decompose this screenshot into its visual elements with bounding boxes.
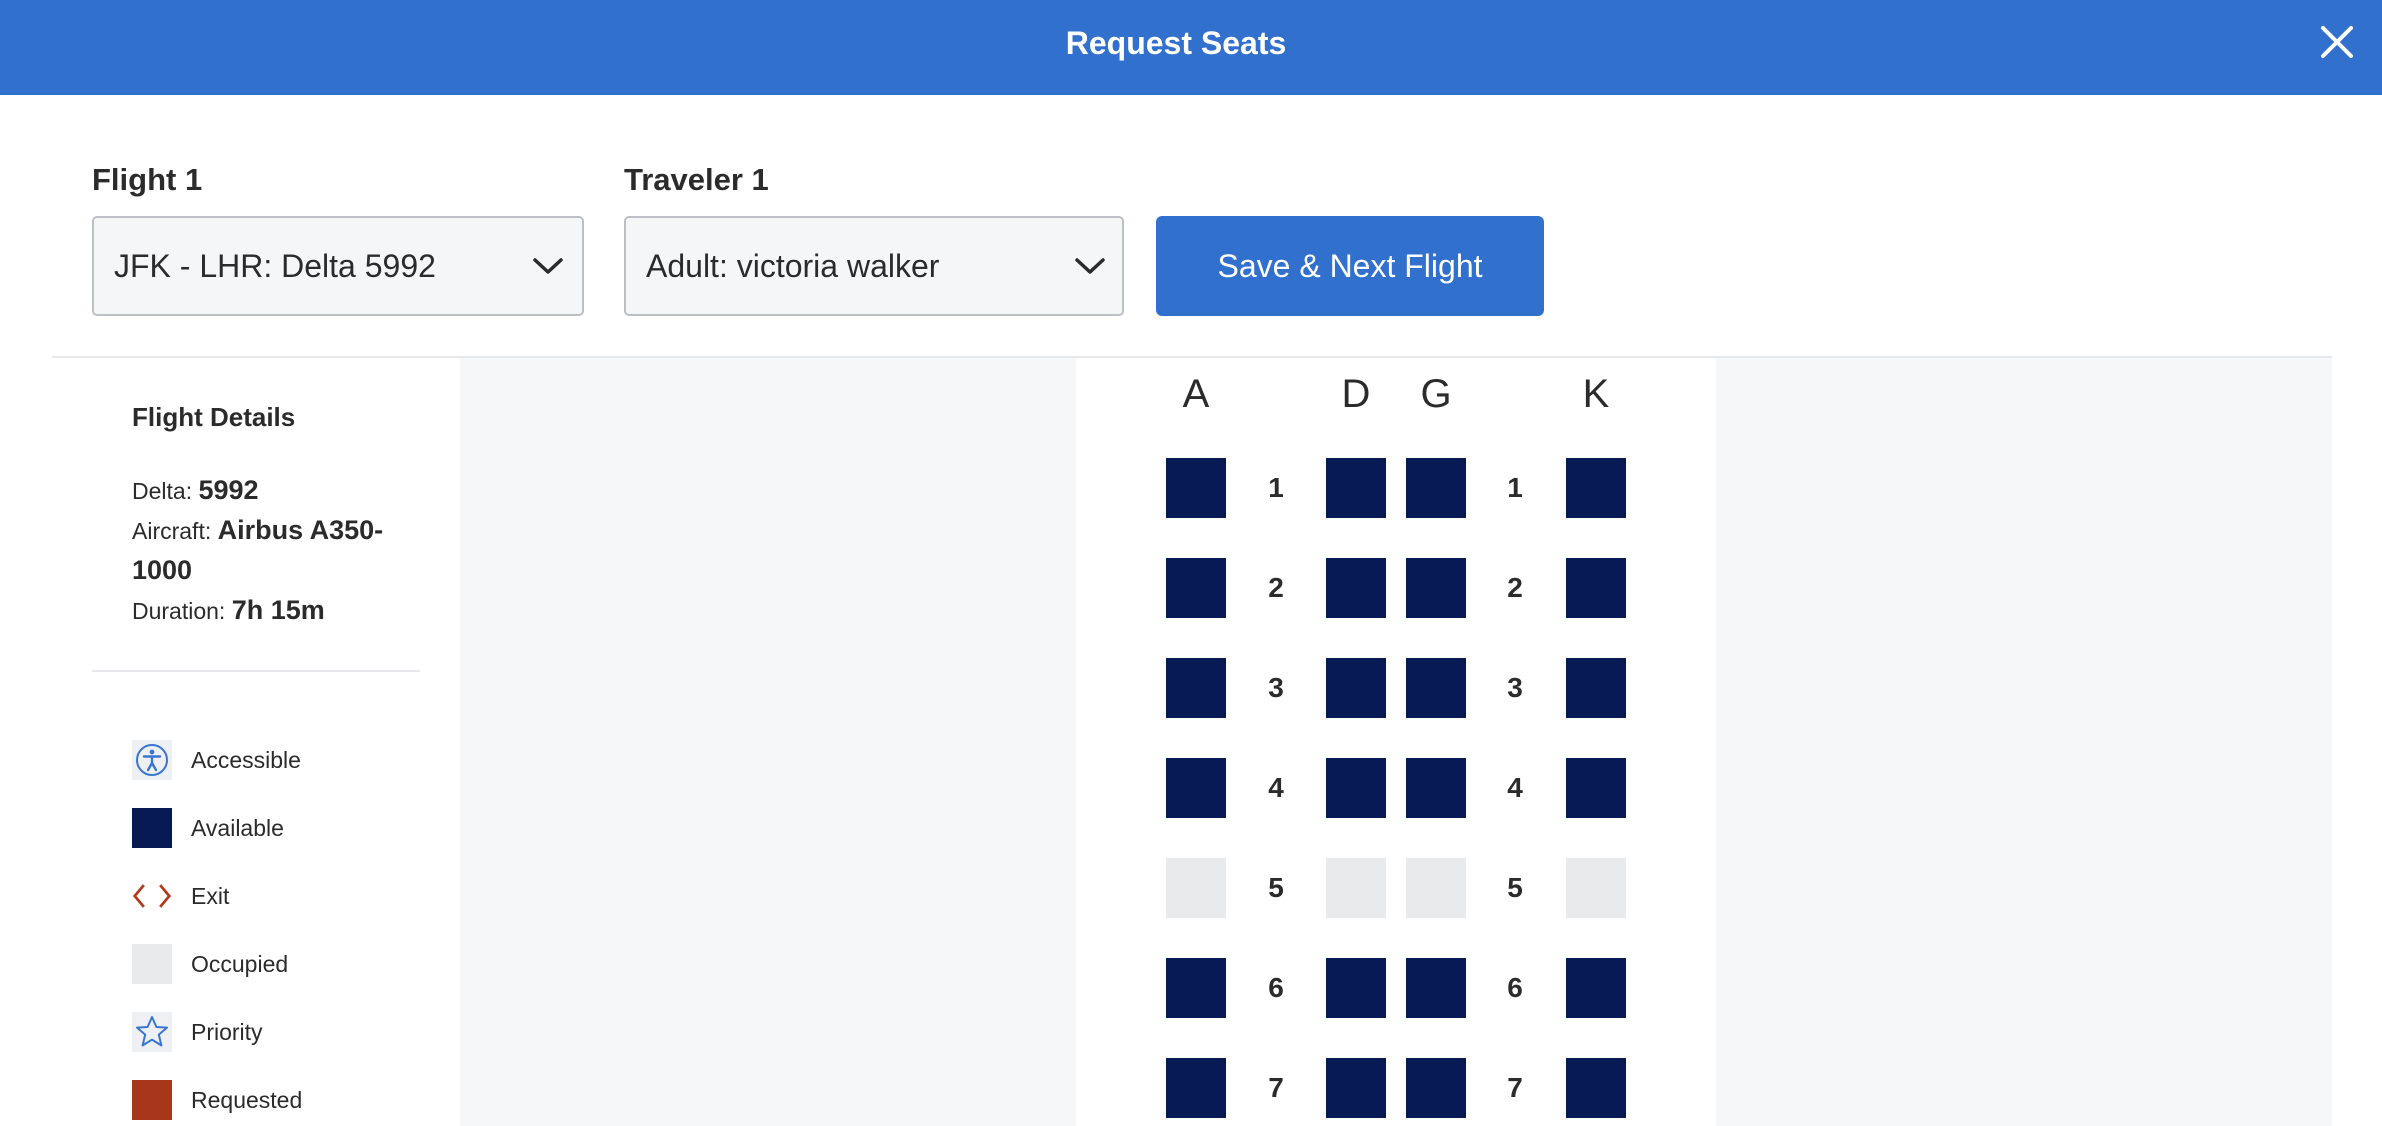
seat-5k xyxy=(1566,858,1626,918)
column-label-k: K xyxy=(1582,372,1610,416)
row-number: 2 xyxy=(1507,572,1523,603)
seat-5d xyxy=(1326,858,1386,918)
seat-2g[interactable] xyxy=(1406,558,1466,618)
column-label-d: D xyxy=(1341,372,1371,416)
seat-7g[interactable] xyxy=(1406,1058,1466,1118)
flight-select[interactable]: JFK - LHR: Delta 5992 xyxy=(92,216,584,316)
row-number: 1 xyxy=(1268,472,1284,503)
flight-select-label: Flight 1 xyxy=(92,162,203,197)
row-number: 1 xyxy=(1507,472,1523,503)
aircraft-name-line2: 1000 xyxy=(132,555,193,585)
legend-label-occupied: Occupied xyxy=(191,951,289,977)
save-next-flight-button[interactable]: Save & Next Flight xyxy=(1156,216,1544,316)
seat-6g[interactable] xyxy=(1406,958,1466,1018)
traveler-select[interactable]: Adult: victoria walker xyxy=(624,216,1124,316)
seat-7d[interactable] xyxy=(1326,1058,1386,1118)
seat-4d[interactable] xyxy=(1326,758,1386,818)
seat-1k[interactable] xyxy=(1566,458,1626,518)
chevron-down-icon xyxy=(533,258,563,274)
legend-label-requested: Requested xyxy=(191,1087,303,1113)
flight-details-title: Flight Details xyxy=(132,402,296,432)
seat-6k[interactable] xyxy=(1566,958,1626,1018)
close-icon[interactable] xyxy=(2319,22,2355,62)
requested-swatch xyxy=(132,1080,172,1120)
seat-3a[interactable] xyxy=(1166,658,1226,718)
seat-5a xyxy=(1166,858,1226,918)
exit-icon xyxy=(132,876,172,916)
seat-6d[interactable] xyxy=(1326,958,1386,1018)
traveler-select-label: Traveler 1 xyxy=(624,162,769,197)
seat-4k[interactable] xyxy=(1566,758,1626,818)
seat-3d[interactable] xyxy=(1326,658,1386,718)
seat-1d[interactable] xyxy=(1326,458,1386,518)
row-number: 5 xyxy=(1507,872,1523,903)
seat-2d[interactable] xyxy=(1326,558,1386,618)
duration-value: 7h 15m xyxy=(231,595,325,625)
modal-title: Request Seats xyxy=(1065,25,1287,61)
panel-divider xyxy=(92,670,420,672)
seat-2a[interactable] xyxy=(1166,558,1226,618)
flight-number: 5992 xyxy=(198,475,259,505)
seat-6a[interactable] xyxy=(1166,958,1226,1018)
traveler-select-value: Adult: victoria walker xyxy=(646,248,940,284)
seat-3k[interactable] xyxy=(1566,658,1626,718)
column-label-g: G xyxy=(1420,372,1452,416)
aircraft-name-line1: Airbus A350- xyxy=(217,515,384,545)
row-number: 4 xyxy=(1507,772,1523,803)
row-number: 7 xyxy=(1507,1072,1523,1103)
aircraft-label: Aircraft: xyxy=(132,518,212,544)
duration-label: Duration: xyxy=(132,598,226,624)
chevron-down-icon xyxy=(1075,258,1105,274)
legend-label-priority: Priority xyxy=(191,1019,263,1045)
legend-label-exit: Exit xyxy=(191,883,230,909)
seat-7a[interactable] xyxy=(1166,1058,1226,1118)
seat-2k[interactable] xyxy=(1566,558,1626,618)
legend-label-accessible: Accessible xyxy=(191,747,301,773)
airline-detail: Delta: 5992 xyxy=(132,470,259,511)
column-label-a: A xyxy=(1182,372,1210,416)
aircraft-detail: Aircraft: Airbus A350- xyxy=(132,510,383,551)
aircraft-detail-cont: 1000 xyxy=(132,550,192,591)
seat-1g[interactable] xyxy=(1406,458,1466,518)
accessible-icon xyxy=(132,740,172,780)
available-swatch xyxy=(132,808,172,848)
row-number: 5 xyxy=(1268,872,1284,903)
seat-5g xyxy=(1406,858,1466,918)
seat-7k[interactable] xyxy=(1566,1058,1626,1118)
row-number: 2 xyxy=(1268,572,1284,603)
row-number: 6 xyxy=(1268,972,1284,1003)
duration-detail: Duration: 7h 15m xyxy=(132,590,325,631)
row-number: 6 xyxy=(1507,972,1523,1003)
airline-label: Delta: xyxy=(132,478,193,504)
row-number: 7 xyxy=(1268,1072,1284,1103)
seat-1a[interactable] xyxy=(1166,458,1226,518)
star-icon xyxy=(132,1012,172,1052)
row-number: 3 xyxy=(1268,672,1284,703)
row-number: 4 xyxy=(1268,772,1284,803)
occupied-swatch xyxy=(132,944,172,984)
seat-4g[interactable] xyxy=(1406,758,1466,818)
flight-select-value: JFK - LHR: Delta 5992 xyxy=(114,248,436,284)
seat-4a[interactable] xyxy=(1166,758,1226,818)
legend-label-available: Available xyxy=(191,815,284,841)
row-number: 3 xyxy=(1507,672,1523,703)
modal-header: Request Seats xyxy=(0,0,2382,95)
seat-3g[interactable] xyxy=(1406,658,1466,718)
